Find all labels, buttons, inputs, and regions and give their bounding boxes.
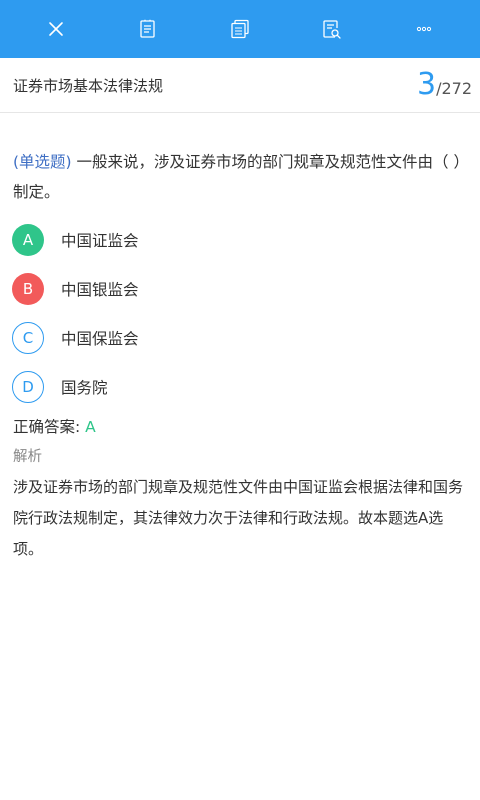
correct-answer-value: A <box>85 418 96 436</box>
correct-answer: 正确答案: A <box>13 415 480 437</box>
close-icon <box>49 22 63 36</box>
option-d-badge: D <box>12 370 44 403</box>
copy-pages-icon <box>231 19 249 39</box>
option-b-badge: B <box>12 272 44 305</box>
question-type-label: (单选题) <box>13 153 72 171</box>
analysis-heading: 解析 <box>13 449 42 465</box>
question-counter: 3 / 272 <box>417 70 472 100</box>
search-button[interactable] <box>310 7 354 51</box>
notes-button[interactable] <box>126 7 170 51</box>
option-a-text: 中国证监会 <box>61 231 139 250</box>
subject-title: 证券市场基本法律法规 <box>13 76 164 95</box>
question-stem: (单选题) 一般来说，涉及证券市场的部门规章及规范性文件由（ ）制定。 <box>13 147 468 207</box>
option-c-text: 中国保监会 <box>61 329 139 348</box>
edit-notes-icon <box>140 19 155 38</box>
option-a-badge: A <box>12 223 44 256</box>
search-document-icon <box>323 20 341 39</box>
question-text: 一般来说，涉及证券市场的部门规章及规范性文件由（ ）制定。 <box>13 153 462 201</box>
more-button[interactable] <box>402 7 446 51</box>
analysis-text: 涉及证券市场的部门规章及规范性文件由中国证监会根据法律和国务院行政法规制定，其法… <box>13 478 464 558</box>
option-d-text: 国务院 <box>61 378 108 397</box>
close-button[interactable] <box>34 7 78 51</box>
current-question-number: 3 <box>416 67 437 102</box>
top-toolbar <box>0 0 480 58</box>
total-questions: 272 <box>441 79 472 98</box>
options-list: A 中国证监会 B 中国银监会 C 中国保监会 D 国务院 <box>0 215 480 411</box>
option-c-badge: C <box>12 321 44 354</box>
more-icon <box>416 26 432 32</box>
option-c[interactable]: C 中国保监会 <box>0 313 480 362</box>
answer-sheet-button[interactable] <box>218 7 262 51</box>
correct-answer-label: 正确答案: <box>13 418 86 436</box>
option-b-text: 中国银监会 <box>61 280 139 299</box>
option-b[interactable]: B 中国银监会 <box>0 264 480 313</box>
option-a[interactable]: A 中国证监会 <box>0 215 480 264</box>
subject-bar: 证券市场基本法律法规 3 / 272 <box>0 58 480 113</box>
option-d[interactable]: D 国务院 <box>0 362 480 411</box>
